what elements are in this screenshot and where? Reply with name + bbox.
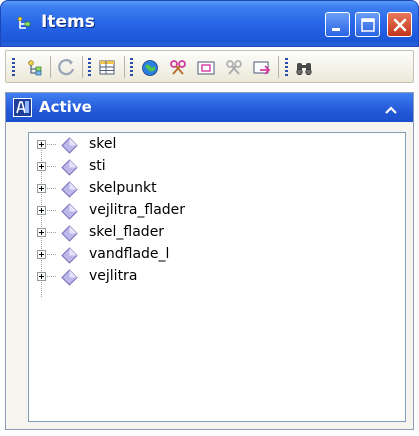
scissors-gray-icon xyxy=(226,60,242,75)
table-view-button[interactable] xyxy=(96,57,118,79)
title-bar[interactable]: Items xyxy=(0,0,419,47)
export-icon xyxy=(253,61,271,75)
expand-icon[interactable] xyxy=(37,140,46,149)
active-panel-header[interactable]: Active xyxy=(6,93,413,122)
expand-icon[interactable] xyxy=(37,184,46,193)
item-diamond-icon xyxy=(61,181,78,198)
close-button[interactable] xyxy=(387,12,412,37)
item-tree-button[interactable] xyxy=(24,57,46,79)
table-view-icon xyxy=(99,60,115,75)
item-diamond-icon xyxy=(61,137,78,154)
tree-item-skel-flader[interactable]: skel_flader xyxy=(29,223,329,245)
minimize-button[interactable] xyxy=(325,12,350,37)
tree-item-vejlitra-flader[interactable]: vejlitra_flader xyxy=(29,201,329,223)
items-app-icon xyxy=(15,14,33,32)
tree-item-label: skel_flader xyxy=(89,224,165,240)
active-panel-icon xyxy=(13,98,32,117)
refresh-button[interactable] xyxy=(56,57,78,79)
expand-icon[interactable] xyxy=(37,228,46,237)
item-diamond-icon xyxy=(61,225,78,242)
window-title: Items xyxy=(41,12,95,32)
item-diamond-icon xyxy=(61,159,78,176)
toolbar-grip[interactable] xyxy=(285,58,288,76)
item-diamond-icon xyxy=(61,269,78,286)
find-button[interactable] xyxy=(293,57,315,79)
binoculars-icon xyxy=(296,63,312,76)
tree-item-label: vejlitra_flader xyxy=(89,202,186,218)
tree-item-sti[interactable]: sti xyxy=(29,157,329,179)
item-diamond-icon xyxy=(61,203,78,220)
close-icon xyxy=(393,18,407,32)
expand-icon[interactable] xyxy=(37,250,46,259)
tree-item-vejlitra[interactable]: vejlitra xyxy=(29,267,329,289)
items-window: Items Active skel sti skelpunkt vejlitra… xyxy=(0,0,419,436)
active-panel-title: Active xyxy=(39,98,92,116)
tree-item-label: skelpunkt xyxy=(89,180,157,196)
tree-item-label: vandflade_l xyxy=(89,246,170,262)
items-tree[interactable]: skel sti skelpunkt vejlitra_flader skel_… xyxy=(28,132,406,422)
globe-button[interactable] xyxy=(139,57,161,79)
maximize-icon xyxy=(361,18,375,32)
toolbar-grip[interactable] xyxy=(88,58,91,76)
toolbar xyxy=(5,50,414,83)
item-diamond-icon xyxy=(61,247,78,264)
chevron-up-icon[interactable] xyxy=(384,101,398,114)
globe-icon xyxy=(142,60,158,76)
frame-icon xyxy=(197,61,215,75)
maximize-button[interactable] xyxy=(355,12,380,37)
tree-item-label: sti xyxy=(89,158,106,174)
tree-item-skelpunkt[interactable]: skelpunkt xyxy=(29,179,329,201)
minimize-icon xyxy=(332,28,340,31)
tree-item-vandflade-l[interactable]: vandflade_l xyxy=(29,245,329,267)
frame-button[interactable] xyxy=(195,57,217,79)
tree-item-label: skel xyxy=(89,136,117,152)
scissors-button[interactable] xyxy=(167,57,189,79)
toolbar-grip[interactable] xyxy=(12,58,15,76)
expand-icon[interactable] xyxy=(37,272,46,281)
scissors-icon xyxy=(170,60,186,75)
item-tree-icon xyxy=(28,60,42,76)
toolbar-grip[interactable] xyxy=(130,58,133,76)
scissors-gray-button[interactable] xyxy=(223,57,245,79)
refresh-icon xyxy=(58,59,75,76)
export-button[interactable] xyxy=(251,57,273,79)
expand-icon[interactable] xyxy=(37,162,46,171)
expand-icon[interactable] xyxy=(37,206,46,215)
tree-item-label: vejlitra xyxy=(89,268,138,284)
tree-item-skel[interactable]: skel xyxy=(29,135,329,157)
